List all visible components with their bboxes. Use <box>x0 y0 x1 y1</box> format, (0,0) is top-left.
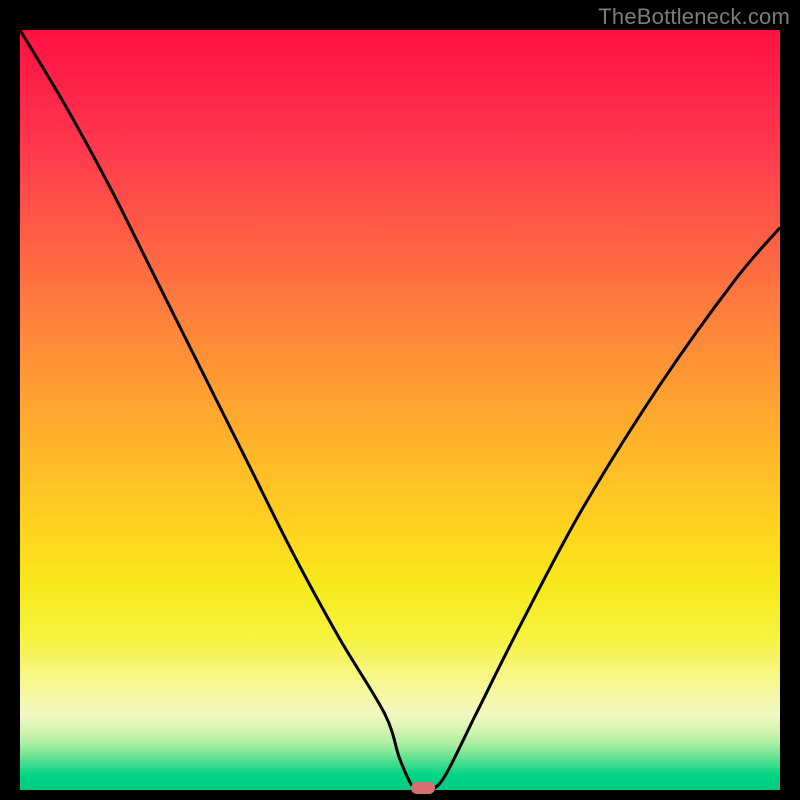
watermark-text: TheBottleneck.com <box>598 4 790 30</box>
optimum-marker <box>411 782 435 794</box>
chart-area <box>20 30 780 790</box>
bottleneck-curve <box>20 30 780 790</box>
curve-path <box>20 30 780 790</box>
